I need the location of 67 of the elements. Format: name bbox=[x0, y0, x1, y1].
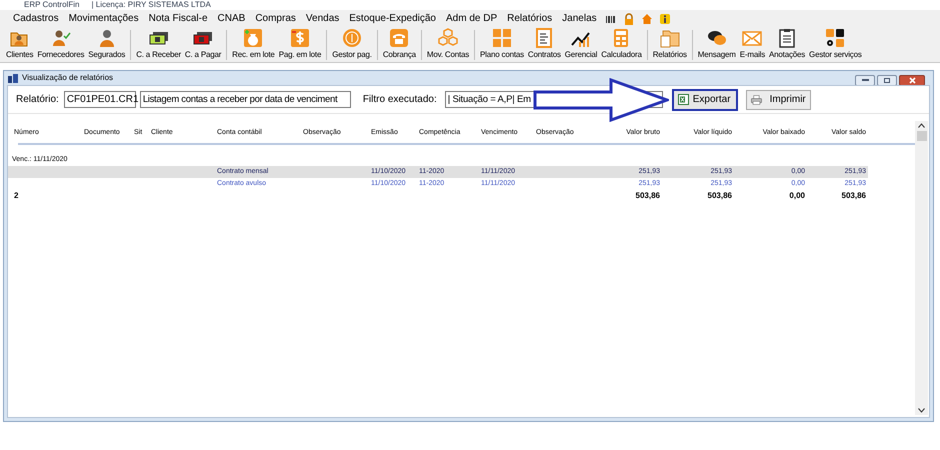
report-label: Relatório: bbox=[16, 93, 59, 107]
maximize-button[interactable] bbox=[877, 74, 897, 86]
menu-item[interactable]: Janelas bbox=[557, 11, 602, 26]
license-text: | Licença: PIRY SISTEMAS LTDA bbox=[91, 0, 211, 10]
toolbar-button[interactable]: Gerencial bbox=[562, 28, 600, 62]
window-app-icon bbox=[8, 74, 18, 82]
minimize-button[interactable] bbox=[855, 74, 875, 86]
spreadsheet-icon bbox=[678, 94, 689, 105]
printer-icon bbox=[750, 92, 762, 106]
toolbar-button[interactable]: Contratos bbox=[526, 28, 563, 62]
toolbar-button[interactable]: E-mails bbox=[738, 28, 768, 62]
total-cell-text: 2 bbox=[13, 190, 20, 202]
menu-item[interactable]: CNAB bbox=[212, 11, 250, 26]
toolbar-button[interactable]: Gestor pag. bbox=[330, 28, 374, 62]
person-check-icon bbox=[50, 28, 71, 48]
telephone-icon bbox=[389, 28, 410, 48]
dollar-minus-icon bbox=[290, 28, 310, 48]
toolbar-button[interactable]: Gestor serviços bbox=[807, 28, 864, 62]
money-bag-plus-icon bbox=[243, 28, 264, 48]
squares-icon bbox=[492, 28, 512, 48]
app-title: ERP ControlFin bbox=[24, 0, 80, 10]
folders-icon bbox=[660, 28, 680, 48]
clipboard-icon bbox=[777, 28, 798, 48]
menu-item[interactable]: Estoque-Expedição bbox=[344, 11, 441, 26]
total-cell-text: 503,86 bbox=[634, 190, 661, 202]
speech-bubbles-icon bbox=[706, 28, 727, 48]
toolbar-button[interactable]: Cobrança bbox=[380, 28, 418, 62]
scroll-down-icon[interactable] bbox=[918, 408, 925, 413]
toolbar-button[interactable]: Fornecedores bbox=[35, 28, 86, 62]
toolbar-button[interactable]: Clientes bbox=[4, 28, 36, 62]
gear-blocks-icon bbox=[825, 28, 846, 48]
toolbar-button[interactable]: Relatórios bbox=[650, 28, 689, 62]
menu-item[interactable]: Compras bbox=[250, 11, 301, 26]
toolbar-button[interactable]: Plano contas bbox=[478, 28, 526, 62]
toolbar-button[interactable]: C. a Receber bbox=[134, 28, 183, 62]
total-cell-text: 503,86 bbox=[840, 190, 867, 202]
toolbar-button[interactable]: Calculadora bbox=[599, 28, 644, 62]
export-button[interactable]: Exportar bbox=[672, 88, 738, 110]
toolbar-button[interactable]: Anotações bbox=[767, 28, 808, 62]
filter-label: Filtro executado: bbox=[362, 93, 437, 107]
toolbar-button[interactable]: Segurados bbox=[86, 28, 128, 62]
scrollbar-thumb[interactable] bbox=[916, 131, 926, 141]
toolbar-button[interactable]: Mensagem bbox=[696, 28, 738, 62]
toolbar-button[interactable]: Rec. em lote bbox=[230, 28, 277, 62]
document-icon bbox=[534, 28, 554, 48]
scroll-up-icon[interactable] bbox=[918, 123, 925, 128]
menu-item[interactable]: Vendas bbox=[300, 11, 344, 26]
vertical-scrollbar[interactable] bbox=[915, 121, 928, 415]
close-button[interactable] bbox=[899, 74, 925, 86]
total-cell-text: 503,86 bbox=[706, 190, 733, 202]
print-button[interactable]: Imprimir bbox=[746, 90, 811, 110]
report-name-field[interactable]: Listagem contas a receber por data de venciment bbox=[140, 91, 351, 108]
info-icon[interactable] bbox=[658, 12, 671, 24]
toolbar-button[interactable]: Pag. em lote bbox=[276, 28, 324, 62]
menu-item[interactable]: Relatórios bbox=[502, 11, 558, 26]
coin-icon bbox=[342, 28, 362, 48]
total-cell-text: 0,00 bbox=[788, 190, 806, 202]
padlock-icon[interactable] bbox=[622, 12, 635, 24]
menu-item[interactable]: Movimentações bbox=[64, 11, 144, 26]
report-code-field[interactable]: CF01PE01.CR1 bbox=[64, 91, 136, 108]
window-title: Visualização de relatórios bbox=[22, 72, 114, 84]
filter-field[interactable]: | Situação = A,P| Em bbox=[444, 91, 533, 108]
menu-item[interactable]: Cadastros bbox=[8, 11, 64, 26]
menu-item[interactable]: Adm de DP bbox=[441, 11, 502, 26]
menu-item[interactable]: Nota Fiscal-e bbox=[144, 11, 213, 26]
toolbar-button[interactable]: C. a Pagar bbox=[182, 28, 224, 62]
toolbar-button[interactable]: Mov. Contas bbox=[424, 28, 472, 62]
